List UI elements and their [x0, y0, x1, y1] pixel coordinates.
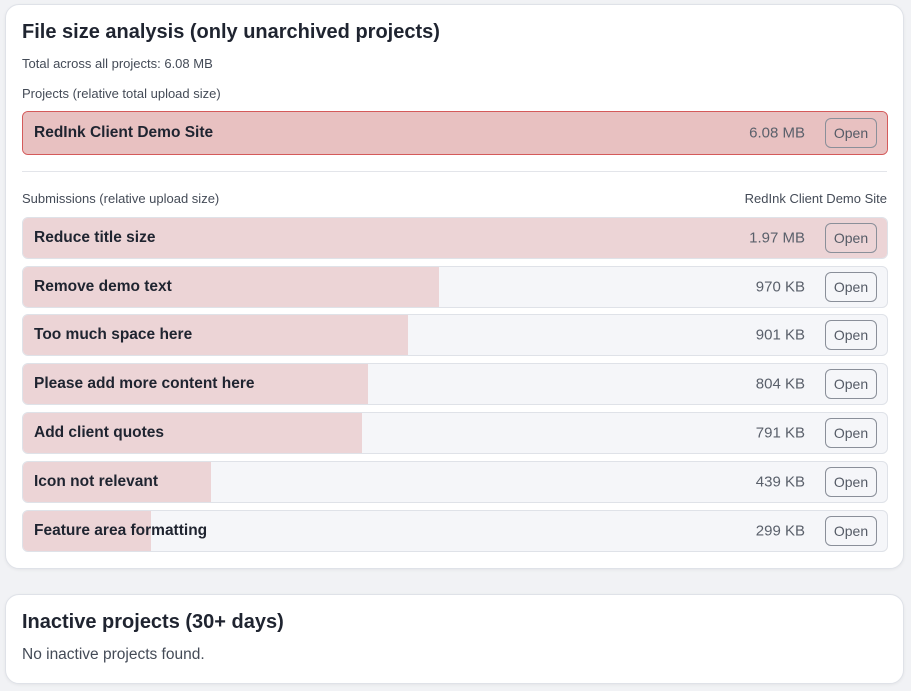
submission-open-button[interactable]: Open	[825, 516, 877, 546]
submission-open-button[interactable]: Open	[825, 320, 877, 350]
project-open-button[interactable]: Open	[825, 118, 877, 148]
submission-size: 1.97 MB	[749, 229, 805, 247]
file-size-analysis-card: File size analysis (only unarchived proj…	[5, 4, 904, 569]
submission-row[interactable]: Add client quotes 791 KB Open	[22, 412, 888, 454]
inactive-projects-title: Inactive projects (30+ days)	[22, 611, 284, 633]
submission-size: 804 KB	[755, 375, 805, 393]
submission-name: Please add more content here	[34, 375, 255, 392]
section-divider	[22, 171, 887, 172]
submission-name: Icon not relevant	[34, 473, 159, 490]
total-size-text: Total across all projects: 6.08 MB	[22, 56, 213, 71]
file-size-title: File size analysis (only unarchived proj…	[22, 21, 440, 43]
submission-name: Too much space here	[34, 326, 193, 343]
projects-heading: Projects (relative total upload size)	[22, 86, 221, 101]
submission-row[interactable]: Please add more content here 804 KB Open	[22, 363, 888, 405]
project-name: RedInk Client Demo Site	[34, 124, 214, 141]
submission-row[interactable]: Remove demo text 970 KB Open	[22, 266, 888, 308]
submission-row[interactable]: Too much space here 901 KB Open	[22, 314, 888, 356]
submission-size: 901 KB	[755, 326, 805, 344]
submission-name: Add client quotes	[34, 424, 165, 441]
submission-size: 439 KB	[755, 473, 805, 491]
submission-row[interactable]: Feature area formatting 299 KB Open	[22, 510, 888, 552]
submission-open-button[interactable]: Open	[825, 418, 877, 448]
submission-size: 299 KB	[755, 522, 805, 540]
submission-open-button[interactable]: Open	[825, 369, 877, 399]
selected-project-label: RedInk Client Demo Site	[744, 191, 887, 206]
submission-size: 970 KB	[755, 278, 805, 296]
submissions-heading: Submissions (relative upload size)	[22, 191, 220, 206]
project-size: 6.08 MB	[749, 124, 805, 142]
submission-row[interactable]: Reduce title size 1.97 MB Open	[22, 217, 888, 259]
submission-size: 791 KB	[755, 424, 805, 442]
inactive-projects-card: Inactive projects (30+ days) No inactive…	[5, 594, 904, 684]
submission-open-button[interactable]: Open	[825, 223, 877, 253]
submission-name: Reduce title size	[34, 229, 156, 246]
submission-row[interactable]: Icon not relevant 439 KB Open	[22, 461, 888, 503]
submission-name: Remove demo text	[34, 278, 172, 295]
submission-open-button[interactable]: Open	[825, 272, 877, 302]
inactive-projects-message: No inactive projects found.	[22, 646, 205, 663]
submission-name: Feature area formatting	[34, 522, 208, 539]
project-row[interactable]: RedInk Client Demo Site 6.08 MB Open	[22, 111, 888, 155]
submission-open-button[interactable]: Open	[825, 467, 877, 497]
